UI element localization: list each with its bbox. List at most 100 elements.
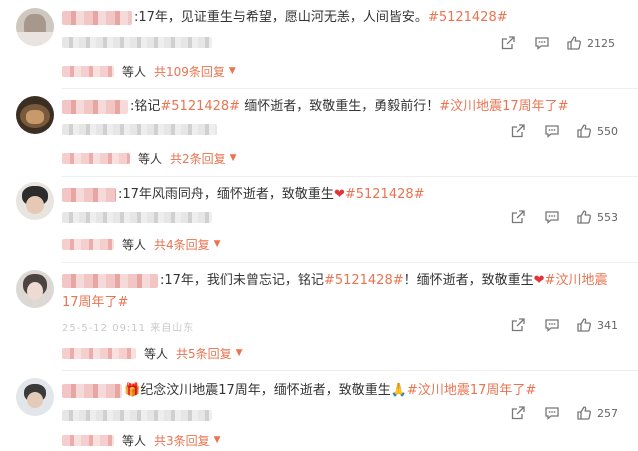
comment-feed: :17年，见证重生与希望，愿山河无恙，人间皆安。#5121428# 2125 等…: [0, 0, 638, 451]
comment-text: :铭记#5121428# 缅怀逝者，致敬重生，勇毅前行！#汶川地震17周年了#: [130, 99, 569, 114]
like-button[interactable]: 550: [576, 122, 618, 140]
like-button[interactable]: 257: [576, 404, 618, 422]
divider: [62, 88, 638, 89]
avatar[interactable]: [16, 270, 54, 308]
replier-name-blurred[interactable]: [62, 152, 130, 164]
heart-emoji: ❤: [533, 273, 545, 288]
like-button[interactable]: 553: [576, 208, 618, 226]
view-replies-link[interactable]: 共2条回复 ▼: [170, 150, 237, 167]
replier-name-blurred[interactable]: [62, 65, 114, 77]
share-icon: [511, 318, 525, 332]
comment-actions: 257: [510, 404, 638, 422]
topic-tag[interactable]: #汶川地震: [545, 273, 608, 288]
like-count: 257: [597, 406, 618, 420]
chevron-down-icon: ▼: [213, 435, 221, 445]
topic-tag[interactable]: #5121428#: [160, 99, 240, 114]
chevron-down-icon: ▼: [228, 66, 236, 76]
comment-icon: [545, 319, 559, 332]
avatar[interactable]: [16, 378, 54, 416]
comment-button[interactable]: [544, 122, 560, 140]
reply-suffix: 等人: [122, 237, 147, 252]
heart-emoji: ❤: [333, 187, 345, 202]
topic-tag[interactable]: #5121428#: [324, 273, 404, 288]
timestamp-blurred: [62, 410, 212, 421]
avatar[interactable]: [16, 8, 54, 46]
username-blurred[interactable]: [62, 274, 158, 288]
comment-button[interactable]: [544, 208, 560, 226]
replier-name-blurred[interactable]: [62, 434, 114, 446]
timestamp-blurred: [62, 37, 212, 48]
timestamp-blurred: [62, 212, 212, 223]
share-button[interactable]: [510, 404, 526, 422]
comment-actions: 553: [510, 208, 638, 226]
chevron-down-icon: ▼: [229, 153, 237, 163]
timestamp-blurred: [62, 124, 217, 135]
username-blurred[interactable]: [62, 384, 122, 398]
topic-tag[interactable]: #汶川地震17周年了#: [407, 383, 536, 398]
divider: [62, 370, 638, 371]
comment-text: 🎁纪念汶川地震17周年，缅怀逝者，致敬重生🙏#汶川地震17周年了#: [124, 383, 537, 398]
reply-summary: 等人 共109条回复 ▼: [62, 62, 236, 80]
thumbs-up-icon: [577, 124, 591, 138]
reply-suffix: 等人: [138, 151, 163, 166]
comment-text-continued: 17周年了#: [62, 292, 128, 314]
chevron-down-icon: ▼: [235, 348, 243, 358]
share-button[interactable]: [510, 316, 526, 334]
thumbs-up-icon: [577, 318, 591, 332]
share-button[interactable]: [500, 34, 516, 52]
like-count: 341: [597, 318, 618, 332]
reply-suffix: 等人: [122, 64, 147, 79]
topic-tag[interactable]: #5121428#: [345, 187, 425, 202]
reply-summary: 等人 共3条回复 ▼: [62, 431, 221, 449]
username-blurred[interactable]: [62, 100, 128, 114]
reply-summary: 等人 共2条回复 ▼: [62, 149, 237, 167]
username-blurred[interactable]: [62, 11, 132, 25]
comment-text: :17年，我们未曾忘记，铭记#5121428#！缅怀逝者，致敬重生❤#汶川地震: [160, 273, 608, 288]
topic-tag[interactable]: #汶川地震17周年了#: [439, 99, 568, 114]
reply-suffix: 等人: [122, 433, 147, 448]
comment-icon: [535, 37, 549, 50]
view-replies-link[interactable]: 共109条回复 ▼: [154, 63, 236, 80]
like-count: 2125: [587, 36, 615, 50]
share-button[interactable]: [510, 208, 526, 226]
chevron-down-icon: ▼: [213, 239, 221, 249]
share-icon: [511, 210, 525, 224]
pray-emoji: 🙏: [390, 383, 407, 398]
avatar[interactable]: [16, 96, 54, 134]
comment-actions: 341: [510, 316, 638, 334]
like-button[interactable]: 341: [576, 316, 618, 334]
thumbs-up-icon: [577, 406, 591, 420]
like-button[interactable]: 2125: [566, 34, 615, 52]
comment-icon: [545, 211, 559, 224]
comment-button[interactable]: [544, 316, 560, 334]
comment-icon: [545, 125, 559, 138]
share-button[interactable]: [510, 122, 526, 140]
comment-icon: [545, 407, 559, 420]
reply-summary: 等人 共4条回复 ▼: [62, 235, 221, 253]
like-count: 550: [597, 124, 618, 138]
username-blurred[interactable]: [62, 188, 116, 202]
gift-emoji: 🎁: [124, 383, 141, 398]
view-replies-link[interactable]: 共4条回复 ▼: [154, 236, 221, 253]
avatar[interactable]: [16, 182, 54, 220]
divider: [62, 262, 638, 263]
topic-tag[interactable]: #5121428#: [428, 10, 508, 25]
replier-name-blurred[interactable]: [62, 347, 136, 359]
comment-button[interactable]: [544, 404, 560, 422]
divider: [62, 176, 638, 177]
share-icon: [501, 36, 515, 50]
comment-actions: 2125: [500, 34, 638, 52]
thumbs-up-icon: [577, 210, 591, 224]
timestamp: 25-5-12 09:11 来自山东: [62, 323, 195, 334]
replier-name-blurred[interactable]: [62, 238, 114, 250]
share-icon: [511, 406, 525, 420]
reply-suffix: 等人: [144, 346, 169, 361]
comment-text: :17年风雨同舟，缅怀逝者，致敬重生❤#5121428#: [118, 187, 425, 202]
topic-tag[interactable]: 17周年了#: [62, 295, 128, 310]
view-replies-link[interactable]: 共5条回复 ▼: [176, 345, 243, 362]
share-icon: [511, 124, 525, 138]
thumbs-up-icon: [567, 36, 581, 50]
view-replies-link[interactable]: 共3条回复 ▼: [154, 432, 221, 449]
comment-button[interactable]: [534, 34, 550, 52]
comment-text: :17年，见证重生与希望，愿山河无恙，人间皆安。#5121428#: [134, 10, 508, 25]
